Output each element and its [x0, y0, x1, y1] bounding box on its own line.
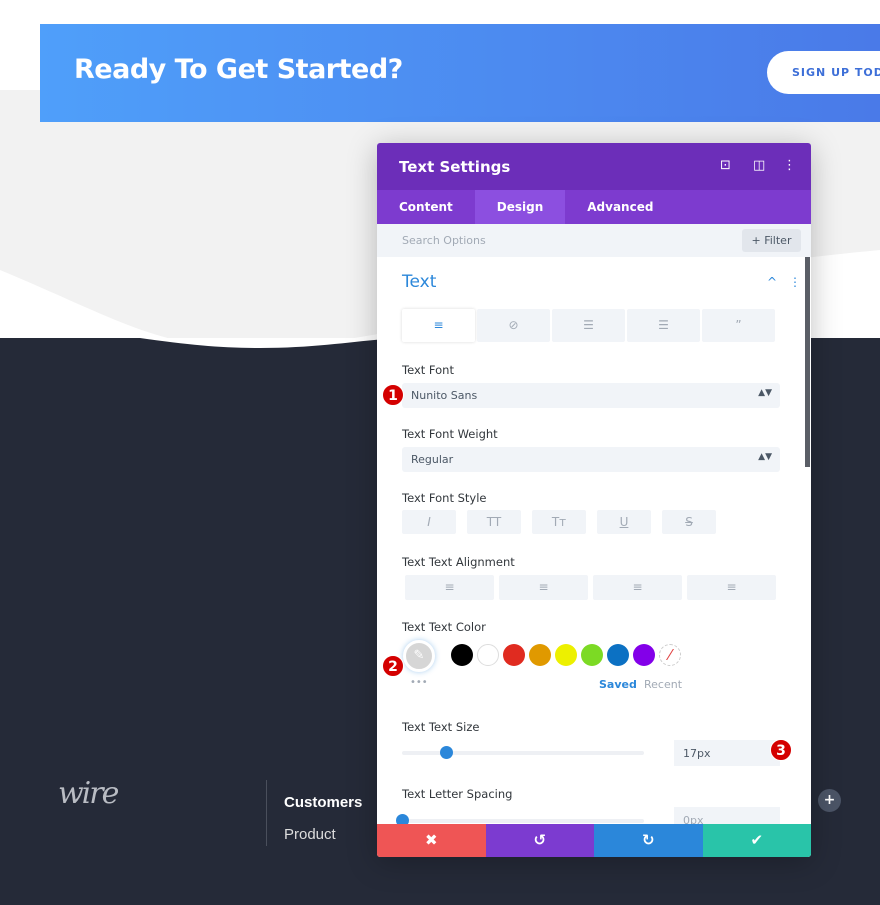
panel-actions: ✖ ↺ ↻ ✔	[377, 824, 811, 857]
size-slider[interactable]	[402, 746, 644, 759]
more-colors-button[interactable]: •••	[410, 677, 428, 688]
saved-colors-tab[interactable]: Saved	[599, 678, 637, 691]
divider	[266, 780, 267, 846]
spacing-slider[interactable]	[396, 814, 644, 824]
weight-value: Regular	[411, 453, 454, 466]
tab-content[interactable]: Content	[377, 190, 475, 224]
font-value: Nunito Sans	[411, 389, 478, 402]
save-button[interactable]: ✔	[702, 824, 811, 857]
select-arrow-icon: ▲▼	[758, 388, 772, 398]
font-style-buttons: I TT Tт U S	[402, 510, 716, 534]
size-label: Text Text Size	[402, 720, 480, 734]
align-justify-icon[interactable]: ≡	[687, 575, 776, 600]
eyedropper-icon[interactable]: ✎	[403, 640, 435, 672]
site-logo[interactable]: wire	[58, 776, 119, 811]
paragraph-icon[interactable]: ≡	[402, 309, 475, 342]
underline-button[interactable]: U	[597, 510, 651, 534]
align-right-icon[interactable]: ≡	[593, 575, 682, 600]
weight-select[interactable]: Regular ▲▼	[402, 447, 780, 472]
spacing-input[interactable]: 0px	[674, 807, 780, 824]
text-type-tabs: ≡ ⊘ ☰ ☰ ”	[402, 309, 775, 342]
select-arrow-icon: ▲▼	[758, 452, 772, 462]
slider-thumb[interactable]	[439, 746, 453, 759]
section-title[interactable]: Text	[402, 272, 436, 292]
swatch-blue[interactable]	[607, 644, 629, 666]
capitalize-button[interactable]: Tт	[532, 510, 586, 534]
tab-advanced[interactable]: Advanced	[565, 190, 675, 224]
annotation-badge-3: 3	[770, 739, 792, 761]
alignment-label: Text Text Alignment	[402, 555, 515, 569]
swatch-purple[interactable]	[633, 644, 655, 666]
sidebar-icon[interactable]: ◫	[753, 158, 765, 173]
cancel-button[interactable]: ✖	[377, 824, 486, 857]
cta-title: Ready To Get Started?	[74, 54, 403, 85]
swatch-red[interactable]	[503, 644, 525, 666]
redo-button[interactable]: ↻	[594, 824, 703, 857]
color-label: Text Text Color	[402, 620, 486, 634]
text-settings-panel: Text Settings ⊡ ◫ ⋮ Content Design Advan…	[377, 143, 811, 857]
chevron-up-icon[interactable]: ^	[767, 275, 777, 289]
annotation-badge-2: 2	[382, 655, 404, 677]
footer-link-product[interactable]: Product	[284, 826, 336, 843]
annotation-badge-1: 1	[382, 384, 404, 406]
no-color-icon[interactable]: ⁄	[659, 644, 681, 666]
cta-banner: Ready To Get Started? SIGN UP TODA	[40, 24, 880, 122]
style-label: Text Font Style	[402, 491, 487, 505]
font-label: Text Font	[402, 363, 454, 377]
tab-design[interactable]: Design	[474, 190, 566, 224]
unordered-list-icon[interactable]: ☰	[552, 309, 625, 342]
weight-label: Text Font Weight	[402, 427, 498, 441]
align-center-icon[interactable]: ≡	[499, 575, 588, 600]
scrollbar[interactable]	[805, 257, 810, 467]
swatch-black[interactable]	[451, 644, 473, 666]
undo-button[interactable]: ↺	[485, 824, 594, 857]
add-module-button[interactable]: +	[818, 789, 841, 812]
panel-body: Text ^ ⋮ ≡ ⊘ ☰ ☰ ” Text Font Nunito Sans…	[377, 257, 811, 824]
strikethrough-button[interactable]: S	[662, 510, 716, 534]
align-left-icon[interactable]: ≡	[405, 575, 494, 600]
panel-header[interactable]: Text Settings ⊡ ◫ ⋮	[377, 143, 811, 190]
more-icon[interactable]: ⋮	[783, 158, 796, 173]
search-placeholder: Search Options	[402, 234, 486, 247]
recent-colors-tab[interactable]: Recent	[644, 678, 682, 691]
swatch-yellow[interactable]	[555, 644, 577, 666]
focus-icon[interactable]: ⊡	[720, 158, 731, 173]
letter-spacing-label: Text Letter Spacing	[402, 787, 513, 801]
footer-column-title: Customers	[284, 794, 363, 811]
alignment-buttons: ≡ ≡ ≡ ≡	[405, 575, 776, 600]
ordered-list-icon[interactable]: ☰	[627, 309, 700, 342]
signup-button[interactable]: SIGN UP TODA	[767, 51, 880, 94]
section-more-icon[interactable]: ⋮	[789, 275, 801, 289]
panel-tabs: Content Design Advanced	[377, 190, 811, 224]
slider-thumb[interactable]	[396, 814, 409, 824]
uppercase-button[interactable]: TT	[467, 510, 521, 534]
link-icon[interactable]: ⊘	[477, 309, 550, 342]
panel-title: Text Settings	[399, 158, 511, 176]
search-options-input[interactable]: Search Options + Filter	[377, 224, 811, 257]
italic-button[interactable]: I	[402, 510, 456, 534]
swatch-white[interactable]	[477, 644, 499, 666]
quote-icon[interactable]: ”	[702, 309, 775, 342]
font-select[interactable]: Nunito Sans ▲▼	[402, 383, 780, 408]
swatch-orange[interactable]	[529, 644, 551, 666]
filter-button[interactable]: + Filter	[742, 229, 801, 252]
color-swatches: ✎ ⁄	[377, 640, 811, 674]
swatch-green[interactable]	[581, 644, 603, 666]
size-input[interactable]: 17px	[674, 740, 780, 766]
